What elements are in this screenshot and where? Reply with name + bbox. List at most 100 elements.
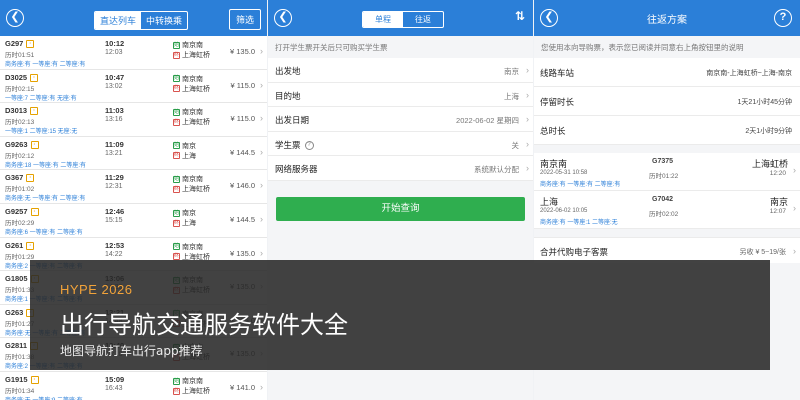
leg-arrival: 12:07 — [769, 208, 786, 215]
form-label: 网络服务器 — [275, 163, 318, 175]
form-row[interactable]: 目的地 上海 › — [268, 82, 533, 108]
start-station-icon: 始 — [173, 209, 180, 217]
leg-arrival: 12:20 — [769, 170, 786, 177]
departure-station-name: 南京 — [182, 209, 196, 217]
departure-station: 始南京 — [173, 141, 196, 151]
query-form: 出发地 南京 › 目的地 上海 › 出发日期 2022-06-02 星期四 › 学生票? 关 › 网络服… — [268, 58, 533, 181]
train-number-text: G9257 — [5, 206, 28, 216]
ticket-price: ¥ 146.0 — [229, 181, 255, 191]
plan-row: 停留时长 1天21小时45分钟 — [534, 87, 800, 116]
end-station-icon: 终 — [173, 186, 180, 194]
departure-time: 11:09 — [105, 139, 124, 149]
train-number-text: G261 — [5, 240, 24, 250]
leg-train-number: G7042 — [652, 196, 674, 203]
train-row[interactable]: G9257 · 历时02:29 商务座:6 一等座:有 二等座:有 12:46 15:15… — [0, 204, 267, 238]
seat-availability: 一等座:1 二等座:15 无座:无 — [5, 129, 78, 136]
train-number-text: G297 — [5, 39, 24, 48]
leg-to-station: 上海虹桥 — [751, 159, 788, 169]
departure-time: 12:46 — [105, 206, 125, 216]
departure-station: 始南京南 — [173, 107, 203, 117]
ticket-price: ¥ 115.0 — [230, 80, 255, 90]
train-number-text: G9263 — [5, 139, 28, 149]
departure-station: 始南京 — [173, 208, 196, 218]
arrival-station-name: 上海虹桥 — [182, 119, 210, 127]
plan-summary: 线路车站 南京南-上海虹桥~上海-南京 停留时长 1天21小时45分钟 总时长 2天1小时… — [534, 58, 800, 145]
departure-time: 11:03 — [105, 106, 124, 116]
tab-direct[interactable]: 直达列车 — [95, 12, 142, 29]
form-label: 出发日期 — [275, 114, 309, 126]
trip-leg-row[interactable]: 南京南 2022-05-31 10:58 商务座:有 一等座:有 二等座:有 G737… — [534, 153, 800, 191]
header-bar: ❮ 往返方案 ? — [534, 0, 800, 36]
route-type-toggle: 直达列车 中转换乘 — [94, 11, 189, 30]
departure-station-name: 南京南 — [182, 42, 203, 49]
train-row[interactable]: G367 · 历时01:02 商务座:无 一等座:有 二等座:有 11:29 12:31 始… — [0, 170, 267, 204]
plan-label: 线路车站 — [540, 68, 575, 78]
train-number-text: G2811 — [5, 341, 28, 351]
agreement-note: 您使用本向导购票，表示您已阅读并同意右上角按钮里的说明 — [541, 43, 744, 52]
tab-transfer[interactable]: 中转换乘 — [141, 12, 187, 29]
seat-availability: 商务座:有 一等座:有 二等座:有 — [5, 62, 86, 68]
departure-station: 始南京南 — [173, 242, 203, 252]
plan-value: 1天21小时45分钟 — [737, 99, 792, 106]
form-label: 目的地 — [275, 90, 301, 102]
train-number: D3025 · — [5, 73, 39, 82]
train-row[interactable]: D3013 · 历时02:13 一等座:1 二等座:15 无座:无 11:03 13:16… — [0, 103, 267, 137]
back-icon[interactable]: ❮ — [6, 9, 24, 27]
help-icon[interactable]: ? — [774, 9, 792, 27]
form-row[interactable]: 学生票? 关 › — [268, 131, 533, 157]
seat-badge-icon: · — [30, 73, 39, 82]
form-label: 学生票? — [275, 139, 314, 151]
end-station-icon: 终 — [173, 152, 180, 160]
departure-time: 10:47 — [105, 72, 125, 82]
form-value: 南京 — [504, 67, 519, 76]
arrival-station: 终上海虹桥 — [173, 84, 210, 94]
plan-value: 2天1小时9分钟 — [745, 128, 792, 135]
chevron-right-icon: › — [526, 138, 529, 149]
student-note: 打开学生票开关后只可购买学生票 — [275, 43, 388, 52]
start-query-button[interactable]: 开始查询 — [276, 197, 525, 221]
tab-one-way[interactable]: 单程 — [363, 12, 403, 27]
train-row[interactable]: D3025 · 历时02:15 一等座:7 二等座:有 无座:有 10:47 13:02 始… — [0, 70, 267, 104]
start-station-icon: 始 — [173, 41, 180, 49]
chevron-right-icon: › — [526, 89, 529, 100]
seat-badge-icon: · — [30, 375, 39, 384]
form-value: 2022-06-02 星期四 — [456, 116, 519, 126]
train-row[interactable]: G9263 · 历时02:12 商务座:18 一等座:有 二等座:有 11:09 13:2… — [0, 137, 267, 171]
start-station-icon: 始 — [173, 243, 180, 251]
arrival-time: 13:21 — [105, 149, 123, 157]
arrival-station-name: 上海 — [182, 219, 196, 227]
form-label-text: 出发日期 — [275, 115, 310, 126]
header-bar: ❮ 单程 往返 ⇅ — [268, 0, 533, 36]
seat-badge-icon: · — [26, 241, 35, 250]
trip-leg-row[interactable]: 上海 2022-06-02 10:05 商务座:有 一等座:1 二等座:无 G7042… — [534, 191, 800, 229]
arrival-station: 终上海虹桥 — [173, 117, 210, 127]
departure-station-name: 南京 — [182, 142, 196, 150]
banner-tag: HYPE 2026 — [60, 282, 133, 297]
end-station-icon: 终 — [173, 219, 180, 227]
filter-button[interactable]: 筛选 — [228, 9, 261, 30]
tab-round-trip[interactable]: 往返 — [403, 12, 443, 27]
form-label: 出发地 — [275, 65, 301, 77]
train-row[interactable]: G297 · 历时01:51 商务座:有 一等座:有 二等座:有 10:12 12:03 始… — [0, 36, 267, 70]
departure-station-name: 南京南 — [182, 377, 203, 385]
chevron-right-icon: › — [260, 146, 263, 157]
leg-duration: 历时02:02 — [649, 211, 679, 218]
seat-badge-icon: · — [30, 140, 39, 149]
form-row[interactable]: 出发地 南京 › — [268, 58, 533, 83]
departure-station: 始南京南 — [173, 174, 203, 184]
leg-departure: 2022-06-02 10:05 — [540, 208, 588, 214]
seat-availability: 商务座:6 一等座:有 二等座:有 — [5, 229, 83, 236]
question-icon[interactable]: ? — [304, 141, 314, 151]
back-icon[interactable]: ❮ — [274, 9, 292, 27]
trip-type-toggle: 单程 往返 — [362, 11, 444, 28]
duration: 历时02:29 — [5, 219, 35, 227]
combine-label: 合并代购电子客票 — [540, 247, 609, 257]
form-row[interactable]: 网络服务器 系统默认分配 › — [268, 156, 533, 181]
swap-icon[interactable]: ⇅ — [515, 9, 525, 23]
form-row[interactable]: 出发日期 2022-06-02 星期四 › — [268, 107, 533, 132]
plan-value: 南京南-上海虹桥~上海-南京 — [706, 70, 792, 77]
seat-badge-icon: · — [26, 174, 35, 183]
arrival-station: 终上海虹桥 — [173, 184, 210, 194]
back-icon[interactable]: ❮ — [540, 9, 558, 27]
train-row[interactable]: G1915· 历时01:34商务座:无 一等座:9 二等座:有 15:0916:43… — [0, 372, 267, 400]
